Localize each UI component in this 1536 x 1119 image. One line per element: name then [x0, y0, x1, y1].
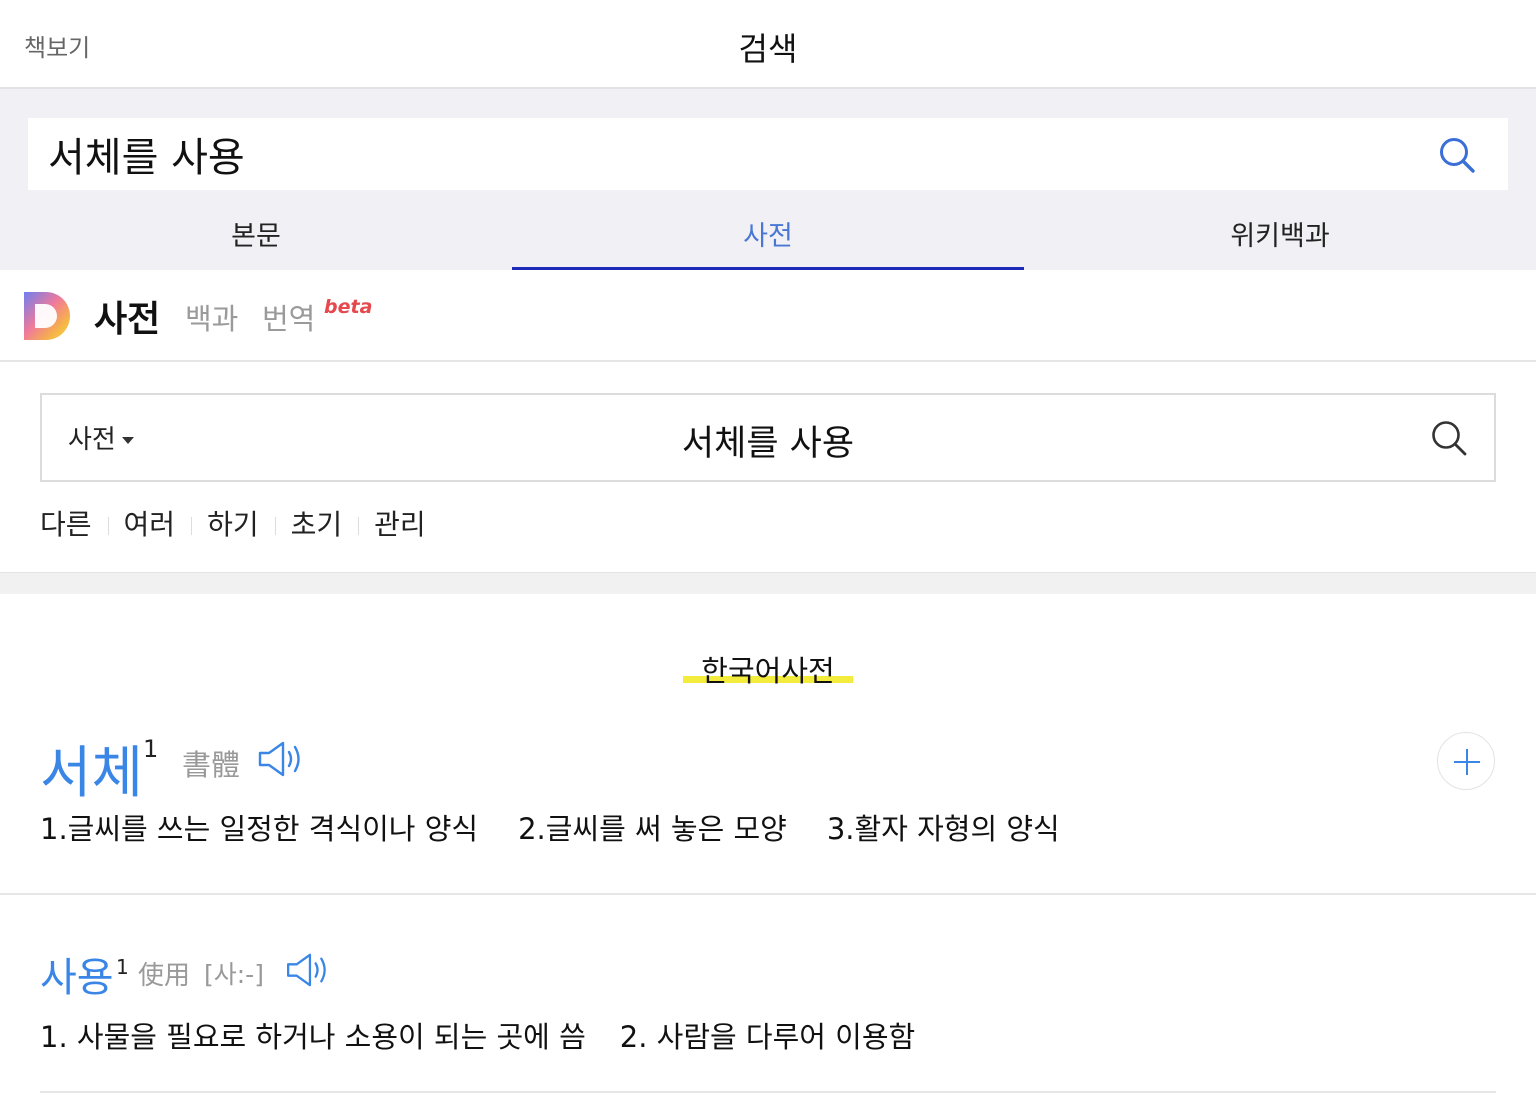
divider	[274, 517, 276, 535]
related-keyword[interactable]: 여러	[124, 503, 176, 543]
related-keyword[interactable]: 하기	[207, 503, 259, 543]
dictionary-title[interactable]: 사전	[94, 290, 160, 342]
search-input[interactable]	[48, 118, 1408, 190]
divider	[191, 517, 193, 535]
entry-word[interactable]: 서체	[40, 728, 143, 809]
entry-hanja: 使用	[138, 961, 191, 991]
related-keyword[interactable]: 관리	[374, 503, 426, 543]
divider	[40, 1091, 1496, 1093]
expand-button[interactable]	[1437, 732, 1495, 790]
definition: 2.글씨를 써 놓은 모양	[518, 812, 787, 846]
section-divider	[0, 572, 1536, 594]
speaker-icon[interactable]	[258, 740, 306, 778]
definition: 3.활자 자형의 양식	[826, 812, 1060, 846]
definition: 1. 사물을 필요로 하거나 소용이 되는 곳에 씀	[40, 1020, 586, 1054]
dictionary-entry: 사용 1 使用 [사:-] 1. 사물을 필요로 하거나 소용이 되는 곳에 씀…	[0, 895, 1536, 1119]
speaker-icon[interactable]	[285, 952, 333, 988]
related-keyword[interactable]: 초기	[291, 503, 343, 543]
entry-definitions: 1.글씨를 쓰는 일정한 격식이나 양식 2.글씨를 써 놓은 모양 3.활자 자형…	[40, 806, 1100, 848]
definition: 1.글씨를 쓰는 일정한 격식이나 양식	[40, 812, 479, 846]
entry-superscript: 1	[143, 735, 159, 763]
page-title: 검색	[738, 30, 798, 68]
dictionary-search-box: 사전 서체를 사용	[40, 393, 1496, 482]
nav-encyclopedia[interactable]: 백과	[185, 296, 238, 338]
related-keyword[interactable]: 다른	[40, 503, 92, 543]
dictionary-logo-icon	[24, 292, 70, 340]
tab-wikipedia[interactable]: 위키백과	[1024, 200, 1536, 270]
divider	[358, 517, 360, 535]
tab-dictionary[interactable]: 사전	[512, 200, 1024, 270]
plus-icon-vertical	[1466, 749, 1468, 775]
tab-body-text[interactable]: 본문	[0, 200, 512, 270]
nav-translate[interactable]: 번역	[262, 296, 315, 338]
dictionary-entry: 서체 1 書體 1.글씨를 쓰는 일정한 격식이나 양식 2.글씨를 써 놓은 모…	[0, 710, 1536, 895]
search-icon[interactable]	[1438, 136, 1476, 174]
entry-hanja: 書體	[182, 748, 241, 782]
divider	[107, 517, 109, 535]
entry-superscript: 1	[116, 955, 129, 979]
top-bar: 책보기 검색	[0, 0, 1536, 89]
entry-definitions: 1. 사물을 필요로 하거나 소용이 되는 곳에 씀 2. 사람을 다루어 이용함	[40, 1014, 949, 1056]
dictionary-header: 사전 백과 번역 beta	[0, 270, 1536, 362]
related-keywords: 다른 여러 하기 초기 관리	[40, 503, 426, 543]
beta-badge: beta	[324, 296, 373, 318]
search-tabs: 본문 사전 위키백과	[0, 200, 1536, 270]
entry-word[interactable]: 사용	[40, 945, 114, 1003]
section-title: 한국어사전	[701, 654, 835, 688]
search-panel: 본문 사전 위키백과	[0, 89, 1536, 270]
entry-pronunciation: [사:-]	[204, 960, 264, 989]
dictionary-search-icon[interactable]	[1430, 419, 1468, 457]
definition: 2. 사람을 다루어 이용함	[619, 1020, 916, 1054]
search-box	[28, 118, 1508, 190]
dictionary-search-input[interactable]: 서체를 사용	[42, 415, 1494, 466]
